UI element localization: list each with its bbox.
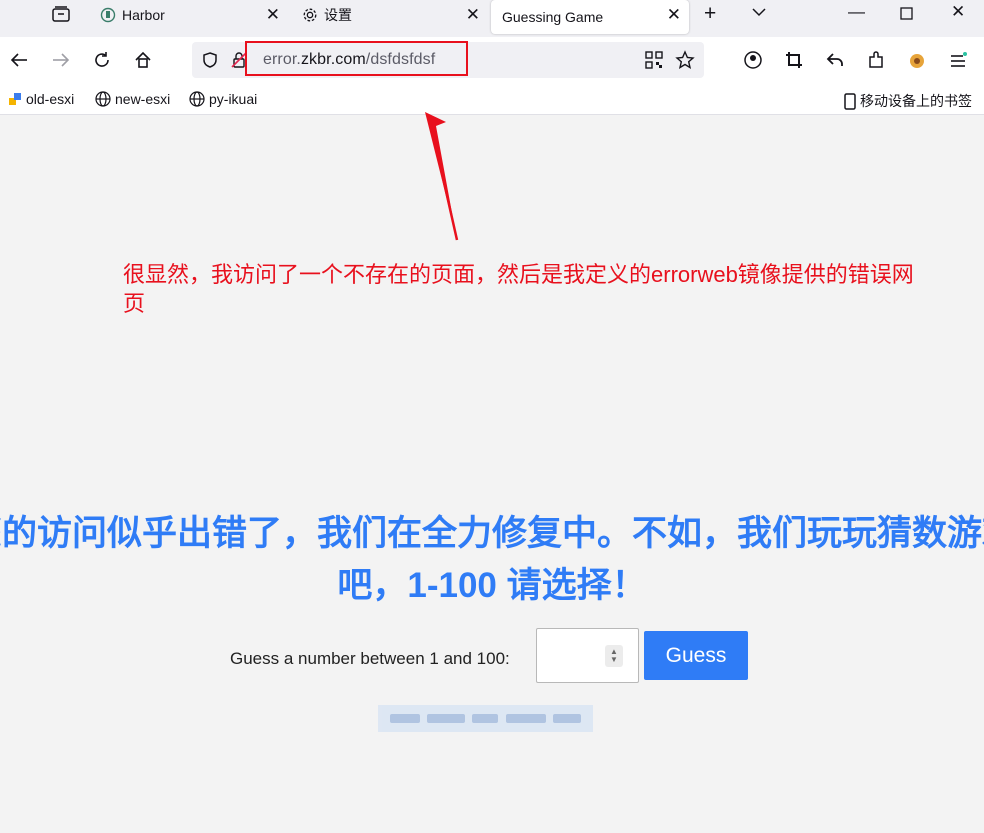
number-spinner[interactable]: ▲ ▼ — [605, 645, 623, 667]
spin-down-icon[interactable]: ▼ — [610, 656, 618, 664]
guess-button[interactable]: Guess — [644, 631, 748, 680]
blurred-text — [378, 705, 593, 732]
page-heading: 您的访问似乎出错了，我们在全力修复中。不如，我们玩玩猜数游戏吧，1-100 请选… — [0, 514, 984, 605]
guess-number-input[interactable]: ▲ ▼ — [536, 628, 639, 683]
guess-form: Guess a number between 1 and 100: ▲ ▼ Gu… — [230, 627, 790, 683]
annotation-text: 很显然，我访问了一个不存在的页面，然后是我定义的errorweb镜像提供的错误网… — [123, 262, 914, 316]
guess-label: Guess a number between 1 and 100: — [230, 649, 510, 668]
